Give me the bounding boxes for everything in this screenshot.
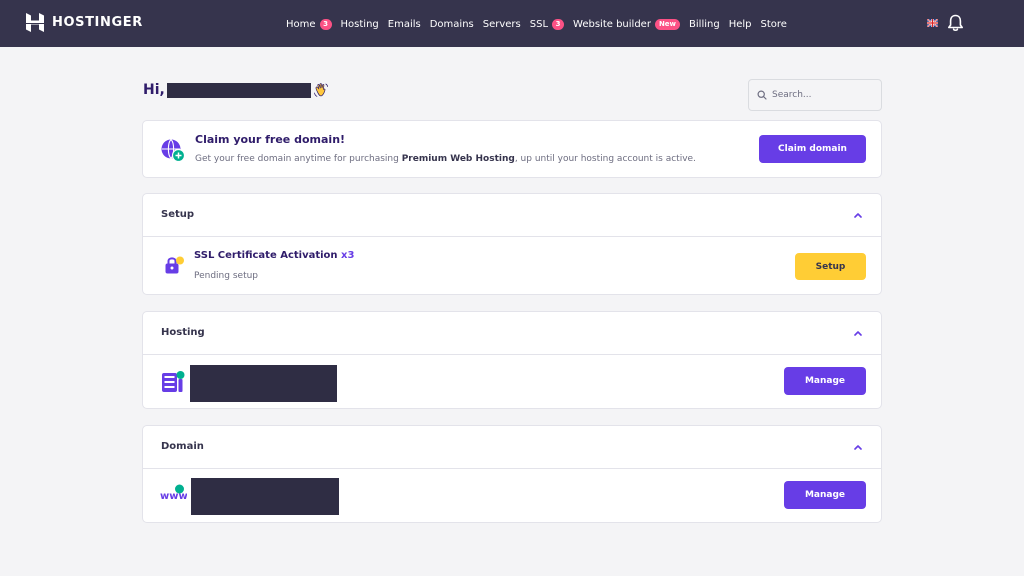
greeting-prefix: Hi,	[143, 82, 165, 98]
count-badge: 3	[552, 18, 565, 30]
hostinger-logo[interactable]: HOSTINGER	[26, 13, 143, 32]
ssl-activation-title: SSL Certificate Activation x3	[194, 250, 354, 261]
setup-card-header[interactable]: Setup	[143, 194, 881, 237]
domain-title: Domain	[161, 441, 204, 452]
hosting-card: Hosting Manage	[142, 311, 882, 409]
claim-domain-button[interactable]: Claim domain	[759, 135, 866, 163]
nav-label: Servers	[482, 18, 521, 30]
nav-label: SSL	[529, 18, 549, 30]
main-nav: Home 3 Hosting Emails Domains Servers SS…	[286, 16, 796, 32]
redacted-domain-name	[191, 478, 339, 515]
www-icon: www	[160, 484, 187, 502]
nav-label: Website builder	[573, 18, 651, 30]
nav-item-servers[interactable]: Servers	[483, 19, 521, 30]
nav-item-website-builder[interactable]: Website builder New	[573, 18, 681, 30]
nav-item-help[interactable]: Help	[729, 19, 752, 30]
redacted-username	[166, 82, 311, 98]
uk-flag-icon[interactable]	[927, 19, 938, 27]
claim-text-before: Get your free domain anytime for purchas…	[195, 154, 402, 164]
nav-item-emails[interactable]: Emails	[388, 19, 421, 30]
setup-card: Setup SSL Certificate Activation x3 Pend…	[142, 193, 882, 295]
nav-item-home[interactable]: Home 3	[286, 18, 332, 30]
nav-label: Store	[760, 18, 787, 30]
hosting-card-header[interactable]: Hosting	[143, 312, 881, 355]
domain-manage-button[interactable]: Manage	[784, 481, 866, 509]
setup-button[interactable]: Setup	[795, 253, 866, 280]
svg-text:www: www	[160, 491, 187, 502]
greeting: Hi,	[143, 82, 329, 98]
globe-plus-icon	[161, 139, 186, 163]
setup-title: Setup	[161, 209, 195, 220]
claim-text-after: , up until your hosting account is activ…	[514, 154, 696, 164]
nav-label: Home	[286, 18, 316, 30]
chevron-up-icon[interactable]	[854, 330, 862, 336]
top-navigation-bar: HOSTINGER Home 3 Hosting Emails Domains …	[0, 0, 1024, 47]
claim-description: Get your free domain anytime for purchas…	[195, 154, 696, 164]
search-icon	[757, 90, 767, 100]
hosting-title: Hosting	[161, 327, 205, 338]
nav-item-store[interactable]: Store	[761, 19, 787, 30]
hostinger-logo-icon	[26, 13, 44, 32]
nav-item-ssl[interactable]: SSL 3	[529, 18, 565, 30]
ssl-activation-status: Pending setup	[194, 271, 259, 281]
new-badge: New	[654, 18, 681, 30]
padlock-icon	[165, 256, 184, 274]
claim-text-bold: Premium Web Hosting	[401, 154, 515, 164]
redacted-hosting-name	[190, 365, 337, 402]
domain-card: Domain www Manage	[142, 425, 882, 523]
nav-label: Domains	[429, 18, 474, 30]
chevron-up-icon[interactable]	[854, 212, 862, 218]
nav-label: Hosting	[340, 18, 379, 30]
waving-hand-icon	[313, 83, 328, 97]
domain-card-header[interactable]: Domain	[143, 426, 881, 469]
server-icon	[162, 371, 185, 392]
ssl-activation-count: x3	[341, 250, 355, 261]
chevron-up-icon[interactable]	[854, 444, 862, 450]
hosting-manage-button[interactable]: Manage	[784, 367, 866, 395]
search-box[interactable]	[748, 79, 882, 111]
ssl-activation-label: SSL Certificate Activation	[194, 250, 338, 261]
count-badge: 3	[319, 18, 332, 30]
nav-item-hosting[interactable]: Hosting	[341, 19, 379, 30]
brand-name: HOSTINGER	[52, 15, 143, 30]
nav-item-domains[interactable]: Domains	[430, 19, 474, 30]
claim-domain-card: Claim your free domain! Get your free do…	[142, 120, 882, 178]
bell-icon[interactable]	[947, 14, 964, 32]
search-input[interactable]	[772, 90, 872, 100]
claim-title: Claim your free domain!	[195, 133, 346, 146]
nav-label: Help	[728, 18, 752, 30]
nav-label: Billing	[689, 18, 720, 30]
nav-label: Emails	[387, 18, 421, 30]
nav-item-billing[interactable]: Billing	[689, 19, 720, 30]
